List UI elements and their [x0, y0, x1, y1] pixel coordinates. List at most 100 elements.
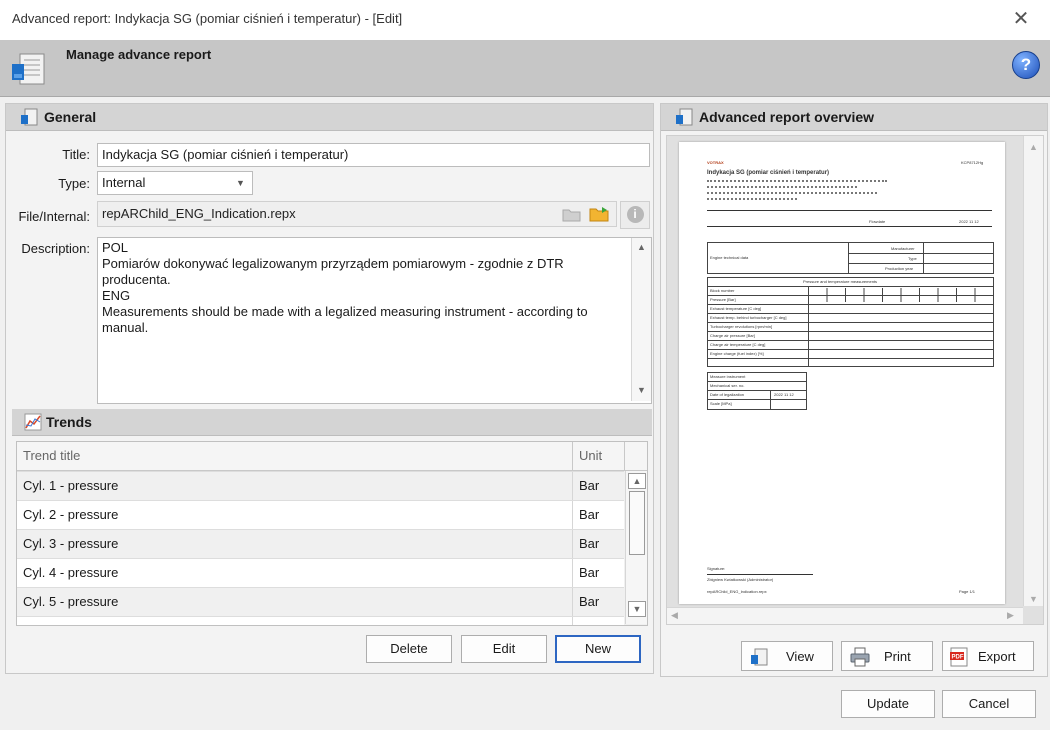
print-button[interactable]: Print — [841, 641, 933, 671]
svg-text:PDF: PDF — [952, 655, 964, 661]
report-document-icon — [12, 53, 45, 85]
preview-rule — [707, 226, 992, 227]
info-button[interactable]: i — [620, 201, 650, 229]
scroll-left-icon[interactable]: ◀ — [671, 610, 678, 621]
table-row[interactable]: Cyl. 2 - pressure Bar — [17, 500, 624, 529]
window-titlebar: Advanced report: Indykacja SG (pomiar ci… — [0, 0, 1050, 41]
preview-footer-left: repARChild_ENG_Indication.repx — [707, 589, 767, 594]
delete-button[interactable]: Delete — [366, 635, 452, 663]
column-header-trend-title[interactable]: Trend title — [17, 442, 571, 470]
description-line: Measurements should be made with a legal… — [102, 304, 588, 319]
scroll-down-icon[interactable]: ▼ — [632, 385, 651, 395]
description-text: POL Pomiarów dokonywać legalizowanym prz… — [102, 240, 627, 336]
general-title: General — [44, 109, 97, 125]
view-button[interactable]: View — [741, 641, 833, 671]
chevron-down-icon: ▼ — [236, 178, 245, 188]
preview-type: Type — [908, 256, 917, 261]
trend-title-cell: Cyl. 2 - pressure — [23, 507, 119, 522]
preview-column-grid — [808, 288, 993, 302]
preview-row-label: Exhaust temperature [C deg] — [710, 306, 762, 311]
preview-signature-label: Signature: — [707, 566, 726, 571]
header-band: Manage advance report — [0, 40, 1050, 97]
trend-unit-cell: Bar — [579, 507, 600, 522]
pdf-icon: PDF — [950, 647, 968, 667]
overview-panel-header: Advanced report overview — [661, 104, 1047, 131]
trends-grid: Trend title Unit Cyl. 1 - pressure Bar C… — [16, 441, 648, 626]
overview-title: Advanced report overview — [699, 109, 875, 125]
type-select-value: Internal — [102, 175, 146, 190]
table-row[interactable]: Cyl. 1 - pressure Bar — [17, 471, 624, 500]
help-icon[interactable]: ? — [1012, 51, 1040, 79]
trend-title-cell: Cyl. 4 - pressure — [23, 565, 119, 580]
description-scrollbar[interactable]: ▲ ▼ — [631, 238, 651, 401]
preview-cell-divider — [708, 399, 806, 400]
preview-production-year: Production year — [885, 266, 914, 271]
description-line: manual. — [102, 320, 149, 335]
preview-cell-divider — [848, 253, 993, 254]
scroll-up-icon[interactable]: ▲ — [632, 242, 651, 252]
preview-signature-name: Zbigniew Kwiatkowski (Administrator) — [707, 577, 774, 582]
scroll-up-icon[interactable]: ▲ — [628, 473, 646, 489]
scroll-up-icon[interactable]: ▲ — [1024, 142, 1043, 152]
type-select[interactable]: Internal ▼ — [97, 171, 253, 195]
view-document-icon — [751, 648, 768, 666]
table-row[interactable]: Cyl. 6 - pressure Bar — [17, 616, 624, 625]
preview-signature-line — [707, 574, 813, 575]
description-line: POL — [102, 240, 129, 255]
title-input[interactable]: Indykacja SG (pomiar ciśnień i temperatu… — [97, 143, 650, 167]
preview-horizontal-scrollbar[interactable]: ◀ ▶ — [667, 607, 1023, 624]
preview-text-line — [707, 192, 877, 195]
file-internal-input[interactable]: repARChild_ENG_Indication.repx — [97, 201, 617, 227]
preview-text-line — [707, 186, 857, 189]
preview-cell-divider — [923, 243, 924, 273]
preview-instrument-date: 2022 11 12 — [774, 392, 794, 397]
preview-instrument-table: Measure instrument Mechanical ser. no. D… — [707, 372, 807, 410]
trend-unit-cell: Bar — [579, 478, 600, 493]
info-icon: i — [626, 206, 644, 223]
column-header-unit[interactable]: Unit — [573, 442, 629, 470]
preview-engine-table: Engine technical data Manufacturer Type … — [707, 242, 994, 274]
preview-instrument-label: Date of legalization — [710, 392, 745, 397]
general-panel: General Title: Indykacja SG (pomiar ciśn… — [5, 103, 654, 674]
edit-button[interactable]: Edit — [461, 635, 547, 663]
preview-row-label: Engine charge (fuel index) [%] — [710, 351, 764, 356]
scroll-down-icon[interactable]: ▼ — [628, 601, 646, 617]
new-button[interactable]: New — [555, 635, 641, 663]
description-textarea[interactable]: POL Pomiarów dokonywać legalizowanym prz… — [97, 237, 652, 404]
scroll-down-icon[interactable]: ▼ — [1024, 594, 1043, 604]
preview-section-title: Pressure and temperature measurements — [803, 279, 878, 284]
preview-doc-title: Indykacja SG (pomiar ciśnień i temperatu… — [707, 170, 830, 176]
trend-unit-cell: Bar — [579, 594, 600, 609]
preview-vertical-scrollbar[interactable]: ▲ ▼ — [1023, 136, 1043, 606]
preview-cell-divider — [770, 390, 771, 409]
table-row[interactable]: Cyl. 3 - pressure Bar — [17, 529, 624, 558]
print-button-label: Print — [884, 649, 911, 664]
export-button[interactable]: PDF Export — [942, 641, 1034, 671]
table-row[interactable]: Cyl. 5 - pressure Bar — [17, 587, 624, 616]
table-row[interactable]: Cyl. 4 - pressure Bar — [17, 558, 624, 587]
preview-row-label: Charge air temperature [C deg] — [710, 342, 766, 347]
scroll-thumb[interactable] — [629, 491, 645, 555]
cancel-button[interactable]: Cancel — [942, 690, 1036, 718]
preview-measurements-table: Pressure and temperature measurements Bl… — [707, 277, 994, 367]
report-preview-area[interactable]: VOTRAX KCP8712Hg Indykacja SG (pomiar ci… — [666, 135, 1044, 625]
trend-unit-cell: Bar — [579, 565, 600, 580]
update-button[interactable]: Update — [841, 690, 935, 718]
preview-row-label: Pressure [Bar] — [710, 297, 736, 302]
preview-row-label: Charge air pressure [Bar] — [710, 333, 755, 338]
column-divider — [624, 442, 625, 470]
file-internal-label: File/Internal: — [18, 209, 90, 224]
trends-scrollbar[interactable]: ▲ ▼ — [625, 471, 647, 624]
document-icon — [21, 108, 38, 126]
trends-title: Trends — [46, 414, 92, 430]
close-icon[interactable]: ✕ — [1008, 6, 1034, 32]
printer-icon — [850, 647, 870, 667]
preview-row-label: Turbocharger revolutions [rpm/min] — [710, 324, 773, 329]
scroll-right-icon[interactable]: ▶ — [1007, 610, 1014, 621]
preview-row-label: Exhaust temp. behind turbocharger [C deg… — [710, 315, 787, 320]
trend-title-cell: Cyl. 1 - pressure — [23, 478, 119, 493]
preview-cell-divider — [708, 286, 993, 287]
open-folder-icon[interactable] — [589, 205, 611, 223]
preview-date-value: 2022 11 12 — [959, 219, 979, 224]
preview-brand: VOTRAX — [707, 160, 724, 165]
